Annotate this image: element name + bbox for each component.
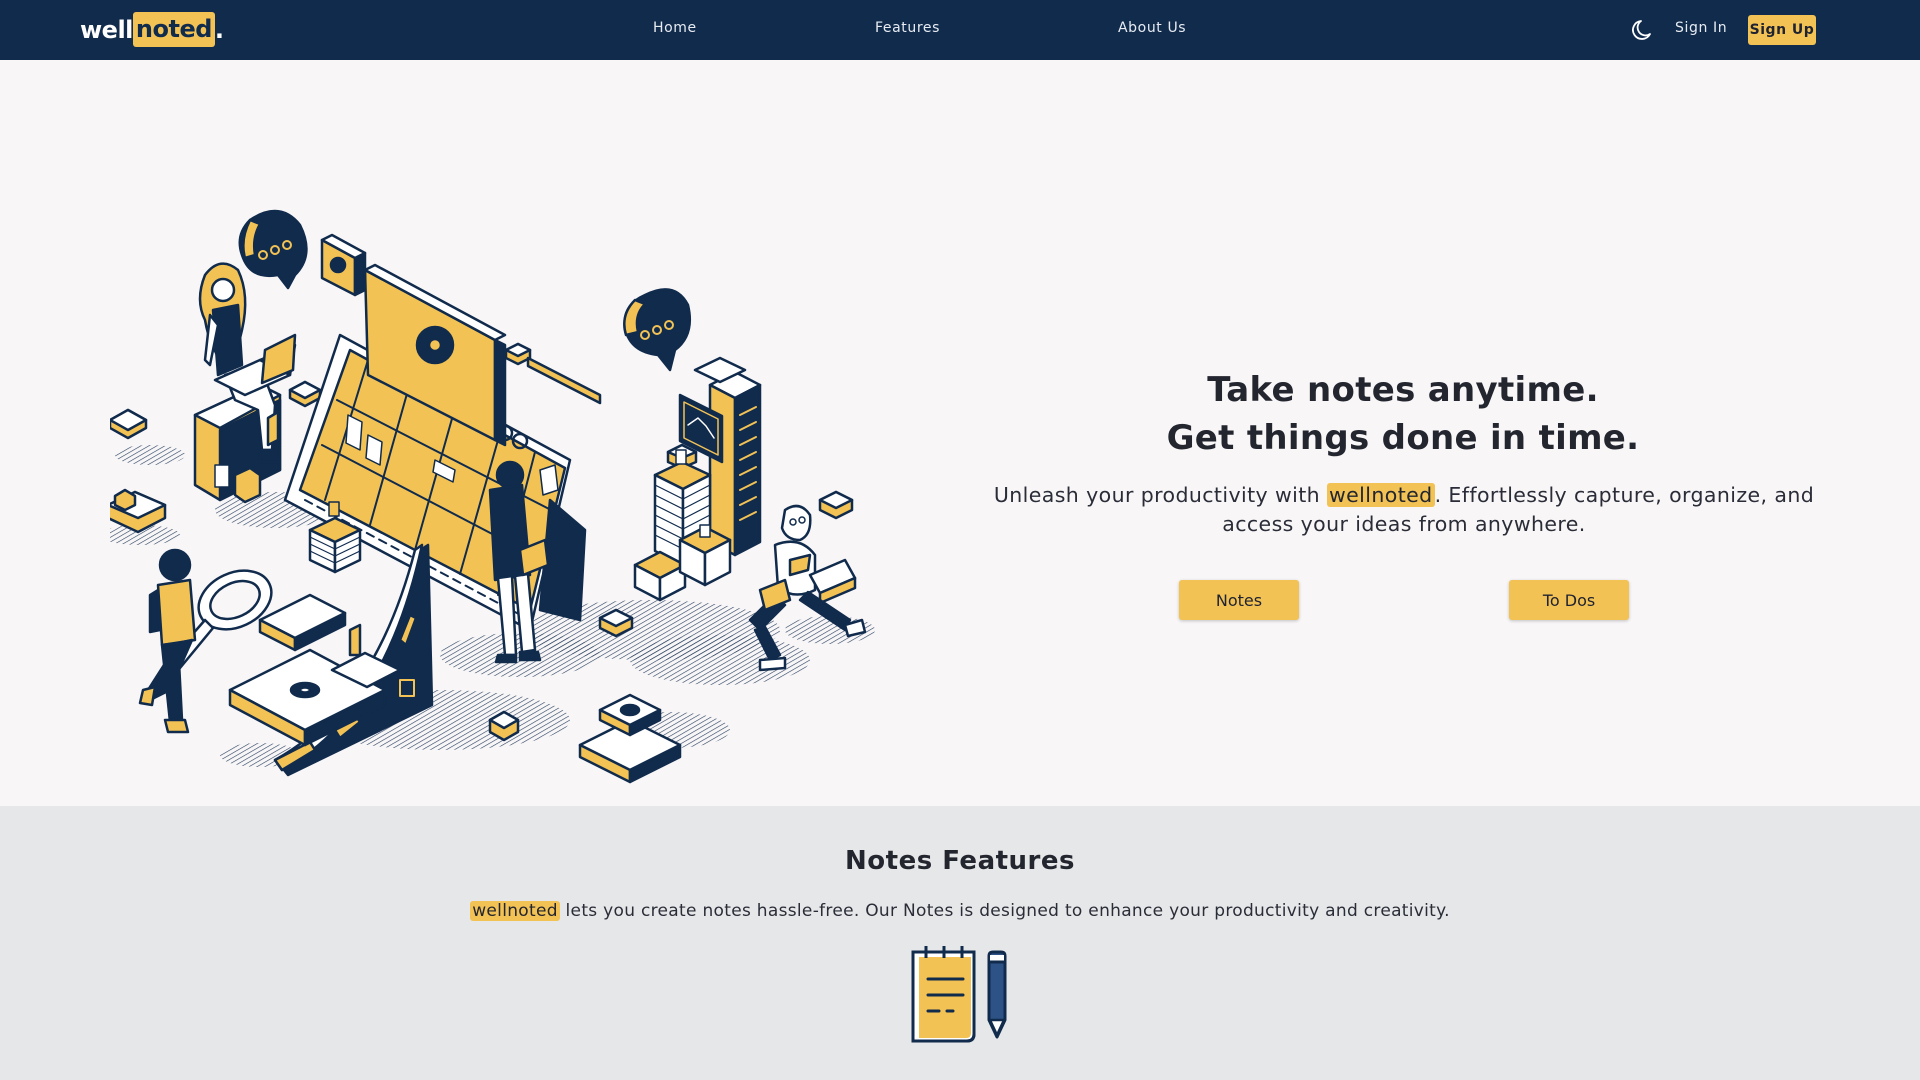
hero-description: Unleash your productivity with wellnoted… xyxy=(960,481,1848,539)
logo-text-noted: noted xyxy=(132,12,215,47)
woman-with-laptop-figure xyxy=(193,262,297,504)
logo-text-well: well xyxy=(80,15,133,44)
hero-title-line-2: Get things done in time. xyxy=(1166,418,1640,458)
nav-link-features[interactable]: Features xyxy=(875,20,940,36)
features-description: wellnoted lets you create notes hassle-f… xyxy=(0,901,1920,921)
man-with-magnifier-figure xyxy=(138,548,197,734)
speech-bubble-icon xyxy=(238,210,308,290)
speech-bubble-icon-2 xyxy=(623,288,692,372)
sign-up-button[interactable]: Sign Up xyxy=(1748,15,1816,45)
notepad-pencil-icon xyxy=(911,946,1007,1043)
notepad-icon xyxy=(911,946,976,1043)
nav-link-about-us[interactable]: About Us xyxy=(1118,20,1186,36)
notes-button[interactable]: Notes xyxy=(1179,580,1299,620)
brand-highlight: wellnoted xyxy=(1326,483,1435,507)
features-description-rest: lets you create notes hassle-free. Our N… xyxy=(559,901,1450,921)
logo-dot: . xyxy=(214,15,224,44)
moon-icon[interactable] xyxy=(1632,19,1652,41)
brand-highlight: wellnoted xyxy=(470,901,560,921)
features-title: Notes Features xyxy=(845,846,1075,876)
gear-icon xyxy=(415,325,455,365)
logo[interactable]: well noted. xyxy=(80,12,224,47)
hero-title-line-1: Take notes anytime. xyxy=(1207,370,1599,410)
hero-section: Take notes anytime. Get things done in t… xyxy=(0,60,1920,806)
hero-title: Take notes anytime. Get things done in t… xyxy=(1103,366,1703,462)
sign-in-link[interactable]: Sign In xyxy=(1675,20,1727,36)
pencil-icon xyxy=(987,950,1007,1039)
hero-description-intro: Unleash your productivity with xyxy=(993,483,1327,507)
notes-features-section: Notes Features wellnoted lets you create… xyxy=(0,806,1920,1080)
todos-button[interactable]: To Dos xyxy=(1509,580,1629,620)
navbar: well noted. Home Features About Us Sign I… xyxy=(0,0,1920,60)
nav-link-home[interactable]: Home xyxy=(653,20,697,36)
robot-figure xyxy=(748,504,867,672)
gear-platform-right xyxy=(578,693,682,784)
hero-illustration xyxy=(110,210,875,784)
